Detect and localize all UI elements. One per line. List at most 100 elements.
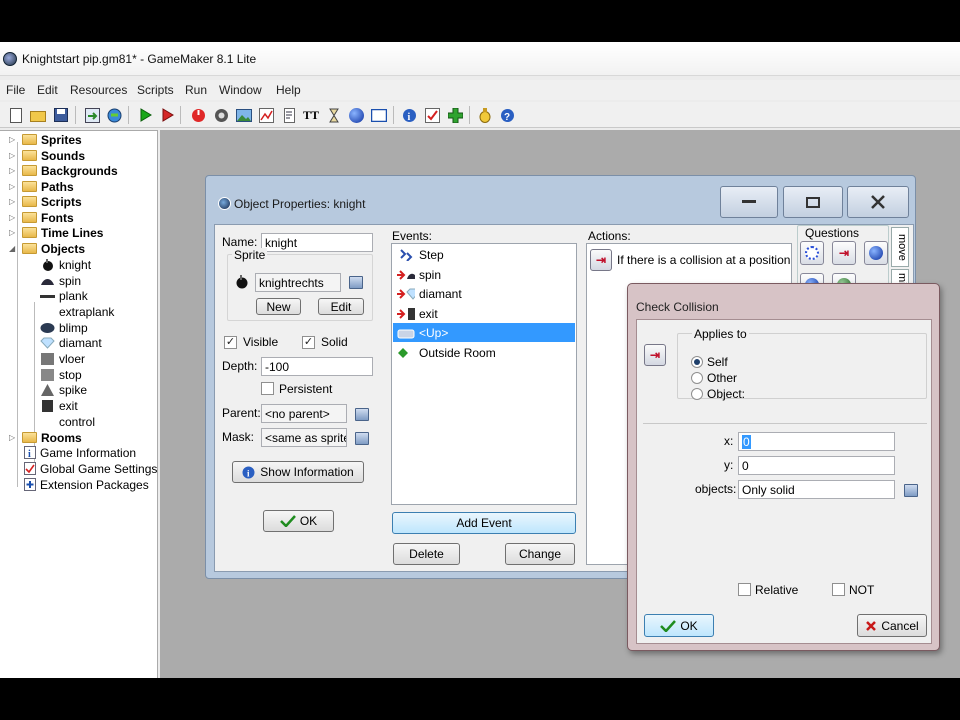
objects-browse-icon[interactable] <box>904 484 918 497</box>
add-room-icon[interactable] <box>371 107 387 123</box>
visible-checkbox[interactable]: ✓ <box>224 336 237 349</box>
tree-folder-sprites[interactable]: ▷ Sprites <box>9 132 82 147</box>
sprite-field[interactable]: knightrechts <box>255 273 341 292</box>
event-outside-room[interactable]: Outside Room <box>393 343 573 362</box>
tree-folder-scripts[interactable]: ▷ Scripts <box>9 194 82 209</box>
tree-item-extension-packages[interactable]: Extension Packages <box>24 477 149 492</box>
action-check-collision[interactable]: ⇥ If there is a collision at a position <box>590 249 790 271</box>
menu-edit[interactable]: Edit <box>37 83 58 97</box>
game-information-icon[interactable]: i <box>401 107 417 123</box>
mask-browse-icon[interactable] <box>355 432 369 445</box>
check-empty-icon[interactable] <box>800 241 824 265</box>
menu-file[interactable]: File <box>6 83 25 97</box>
menu-help[interactable]: Help <box>276 83 301 97</box>
event-collision-diamant[interactable]: diamant <box>393 284 573 303</box>
tree-object-vloer[interactable]: vloer <box>40 351 85 366</box>
new-file-icon[interactable] <box>8 107 24 123</box>
expand-arrow-icon[interactable]: ▷ <box>9 228 15 237</box>
add-event-button[interactable]: Add Event <box>392 512 576 534</box>
tree-object-spin[interactable]: spin <box>40 273 81 288</box>
add-path-icon[interactable] <box>258 107 274 123</box>
new-sprite-button[interactable]: New <box>256 298 301 315</box>
delete-event-button[interactable]: Delete <box>393 543 460 565</box>
depth-field[interactable]: -100 <box>261 357 373 376</box>
tree-object-extraplank[interactable]: extraplank <box>40 304 114 319</box>
persistent-checkbox[interactable] <box>261 382 274 395</box>
tree-object-knight[interactable]: knight <box>40 257 91 272</box>
applies-self-radio[interactable] <box>691 356 703 368</box>
tab-move[interactable]: move <box>891 227 909 267</box>
run-debug-icon[interactable] <box>160 107 176 123</box>
solid-checkbox[interactable]: ✓ <box>302 336 315 349</box>
menu-resources[interactable]: Resources <box>70 83 127 97</box>
change-event-button[interactable]: Change <box>505 543 575 565</box>
manual-icon[interactable] <box>477 107 493 123</box>
tree-folder-rooms[interactable]: ▷ Rooms <box>9 430 82 445</box>
expand-arrow-icon[interactable]: ▷ <box>9 135 15 144</box>
not-checkbox[interactable] <box>832 583 845 596</box>
tree-object-exit[interactable]: exit <box>40 398 78 413</box>
tree-folder-objects[interactable]: ◢ Objects <box>9 241 85 256</box>
applies-object-radio[interactable] <box>691 388 703 400</box>
add-timeline-icon[interactable] <box>326 107 342 123</box>
publish-icon[interactable] <box>106 107 122 123</box>
add-object-icon[interactable] <box>348 107 364 123</box>
event-collision-exit[interactable]: exit <box>393 304 573 323</box>
show-information-button[interactable]: i Show Information <box>232 461 364 483</box>
game-settings-icon[interactable] <box>424 107 440 123</box>
close-button[interactable] <box>847 186 909 218</box>
name-field[interactable]: knight <box>261 233 373 252</box>
tree-object-diamant[interactable]: diamant <box>40 335 102 350</box>
tree-object-stop[interactable]: stop <box>40 367 82 382</box>
tree-item-game-information[interactable]: i Game Information <box>24 445 136 460</box>
add-sprite-icon[interactable] <box>190 107 206 123</box>
tree-object-spike[interactable]: spike <box>40 382 87 397</box>
tree-folder-sounds[interactable]: ▷ Sounds <box>9 148 85 163</box>
applies-other-radio[interactable] <box>691 372 703 384</box>
menu-run[interactable]: Run <box>185 83 207 97</box>
dialog-ok-button[interactable]: OK <box>644 614 714 637</box>
expand-arrow-icon[interactable]: ▷ <box>9 182 15 191</box>
edit-sprite-button[interactable]: Edit <box>318 298 364 315</box>
tree-folder-backgrounds[interactable]: ▷ Backgrounds <box>9 163 118 178</box>
event-collision-spin[interactable]: spin <box>393 265 573 284</box>
event-key-up[interactable]: <Up> <box>393 323 575 342</box>
tree-item-global-game-settings[interactable]: Global Game Settings <box>24 461 157 476</box>
dialog-cancel-button[interactable]: Cancel <box>857 614 927 637</box>
objects-field[interactable]: Only solid <box>738 480 895 499</box>
save-icon[interactable] <box>53 107 69 123</box>
menu-window[interactable]: Window <box>219 83 262 97</box>
tree-folder-fonts[interactable]: ▷ Fonts <box>9 210 74 225</box>
add-background-icon[interactable] <box>236 107 252 123</box>
menu-scripts[interactable]: Scripts <box>137 83 174 97</box>
collapse-arrow-icon[interactable]: ◢ <box>9 244 15 253</box>
expand-arrow-icon[interactable]: ▷ <box>9 151 15 160</box>
relative-checkbox[interactable] <box>738 583 751 596</box>
expand-arrow-icon[interactable]: ▷ <box>9 166 15 175</box>
extension-packages-icon[interactable] <box>447 107 463 123</box>
sprite-browse-icon[interactable] <box>349 276 363 289</box>
add-sound-icon[interactable] <box>213 107 229 123</box>
minimize-button[interactable] <box>720 186 778 218</box>
expand-arrow-icon[interactable]: ▷ <box>9 213 15 222</box>
expand-arrow-icon[interactable]: ▷ <box>9 197 15 206</box>
parent-browse-icon[interactable] <box>355 408 369 421</box>
mask-field[interactable]: <same as sprite> <box>261 428 347 447</box>
tree-object-blimp[interactable]: blimp <box>40 320 88 335</box>
tree-folder-timelines[interactable]: ▷ Time Lines <box>9 225 103 240</box>
open-folder-icon[interactable] <box>30 107 46 123</box>
event-step[interactable]: Step <box>393 245 573 264</box>
check-collision-library-icon[interactable]: ⇥ <box>832 241 856 265</box>
expand-arrow-icon[interactable]: ▷ <box>9 433 15 442</box>
tree-folder-paths[interactable]: ▷ Paths <box>9 179 74 194</box>
parent-field[interactable]: <no parent> <box>261 404 347 423</box>
tree-object-plank[interactable]: plank <box>40 288 88 303</box>
y-field[interactable]: 0 <box>738 456 895 475</box>
x-field[interactable]: 0 <box>738 432 895 451</box>
run-icon[interactable] <box>138 107 154 123</box>
help-icon[interactable]: ? <box>499 107 515 123</box>
ok-button[interactable]: OK <box>263 510 334 532</box>
maximize-button[interactable] <box>783 186 843 218</box>
check-object-icon[interactable] <box>864 241 888 265</box>
create-exe-icon[interactable] <box>84 107 100 123</box>
